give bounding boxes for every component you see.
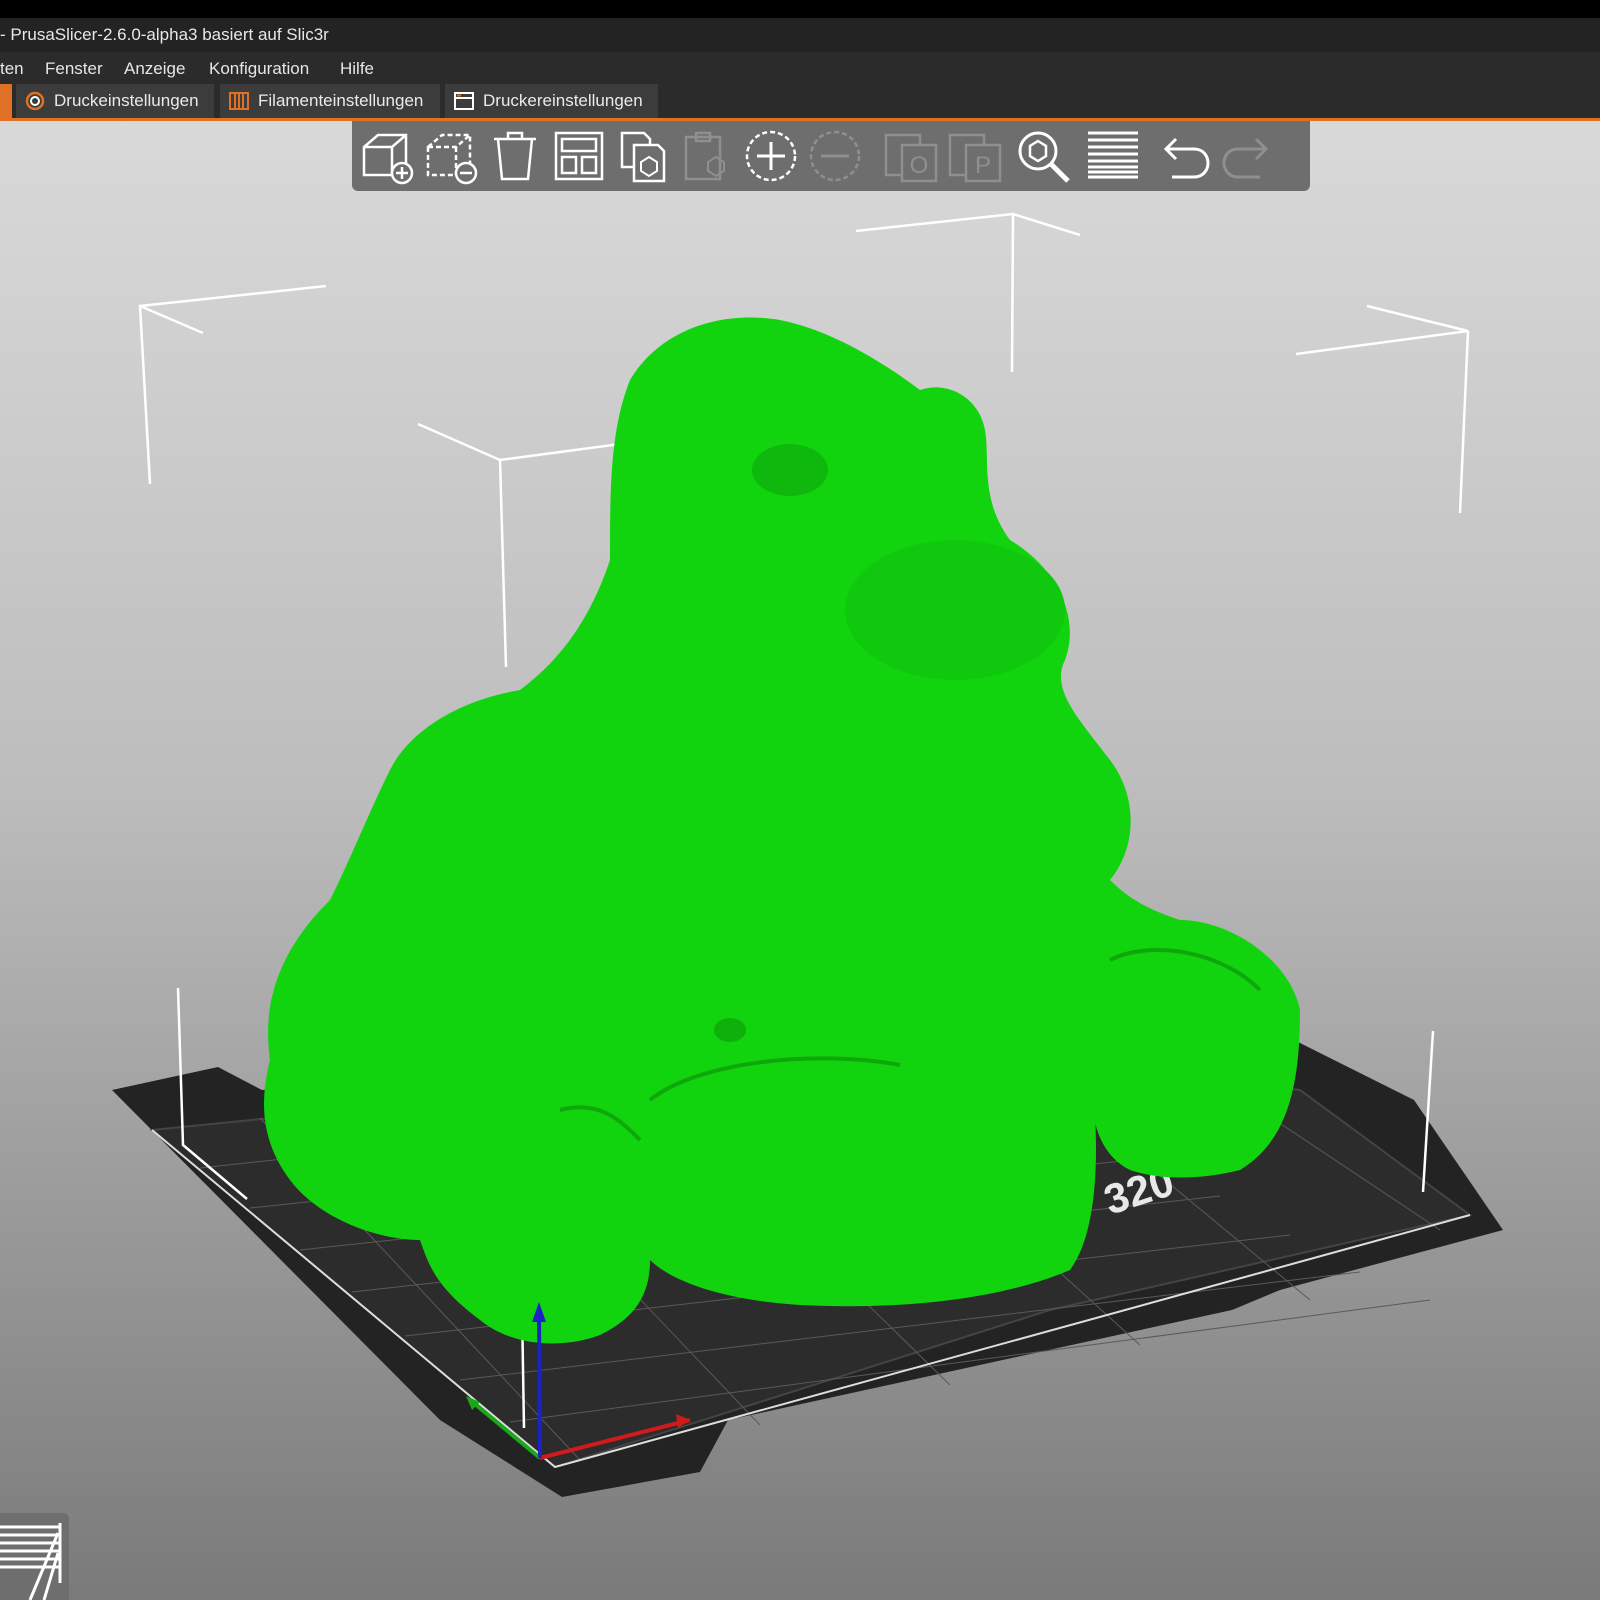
layer-slider-button[interactable]: [0, 1513, 69, 1600]
svg-text:P: P: [975, 152, 991, 179]
tab-print-settings[interactable]: Druckeinstellungen: [16, 84, 214, 118]
gear-icon: [25, 91, 45, 111]
scene-canvas[interactable]: 320: [0, 121, 1600, 1600]
add-object-icon[interactable]: [358, 127, 416, 185]
tab-label: Druckereinstellungen: [483, 91, 643, 110]
tab-plater-partial[interactable]: [0, 84, 12, 118]
undo-icon[interactable]: [1154, 127, 1212, 185]
split-parts-icon[interactable]: P: [946, 127, 1004, 185]
printer-window-icon: [454, 92, 474, 110]
arrange-icon[interactable]: [550, 127, 608, 185]
add-instance-icon[interactable]: [742, 127, 800, 185]
window-title: - PrusaSlicer-2.6.0-alpha3 basiert auf S…: [0, 25, 329, 44]
main-toolbar: O P: [352, 121, 1310, 191]
window-titlebar: - PrusaSlicer-2.6.0-alpha3 basiert auf S…: [0, 18, 1600, 52]
tab-label: Filamenteinstellungen: [258, 91, 424, 110]
menu-item-window[interactable]: Fenster: [45, 52, 103, 86]
split-objects-icon[interactable]: O: [882, 127, 940, 185]
tab-printer-settings[interactable]: Druckereinstellungen: [445, 84, 658, 118]
trash-icon[interactable]: [486, 127, 544, 185]
delete-object-icon[interactable]: [422, 127, 480, 185]
paste-icon[interactable]: [678, 127, 736, 185]
tab-label: Druckeinstellungen: [54, 91, 199, 110]
svg-text:O: O: [910, 152, 929, 179]
menu-item-configuration[interactable]: Konfiguration: [209, 52, 309, 86]
search-icon[interactable]: [1014, 127, 1072, 185]
3d-viewport[interactable]: 320 O P: [0, 121, 1600, 1600]
tab-bar: Druckeinstellungen Filamenteinstellungen…: [0, 84, 1600, 121]
filament-spool-icon: [229, 92, 249, 110]
menubar: ten Fenster Anzeige Konfiguration Hilfe: [0, 52, 1600, 86]
window-top-edge: [0, 0, 1600, 18]
z-axis: [537, 1314, 542, 1459]
menu-item-view[interactable]: Anzeige: [124, 52, 185, 86]
redo-icon[interactable]: [1220, 127, 1278, 185]
menu-item-help[interactable]: Hilfe: [340, 52, 374, 86]
copy-icon[interactable]: [614, 127, 672, 185]
tab-filament-settings[interactable]: Filamenteinstellungen: [220, 84, 440, 118]
layers-icon[interactable]: [1084, 127, 1142, 185]
menu-item-file-partial[interactable]: ten: [0, 52, 24, 86]
layers-stack-icon: [0, 1523, 62, 1600]
remove-instance-icon[interactable]: [806, 127, 864, 185]
